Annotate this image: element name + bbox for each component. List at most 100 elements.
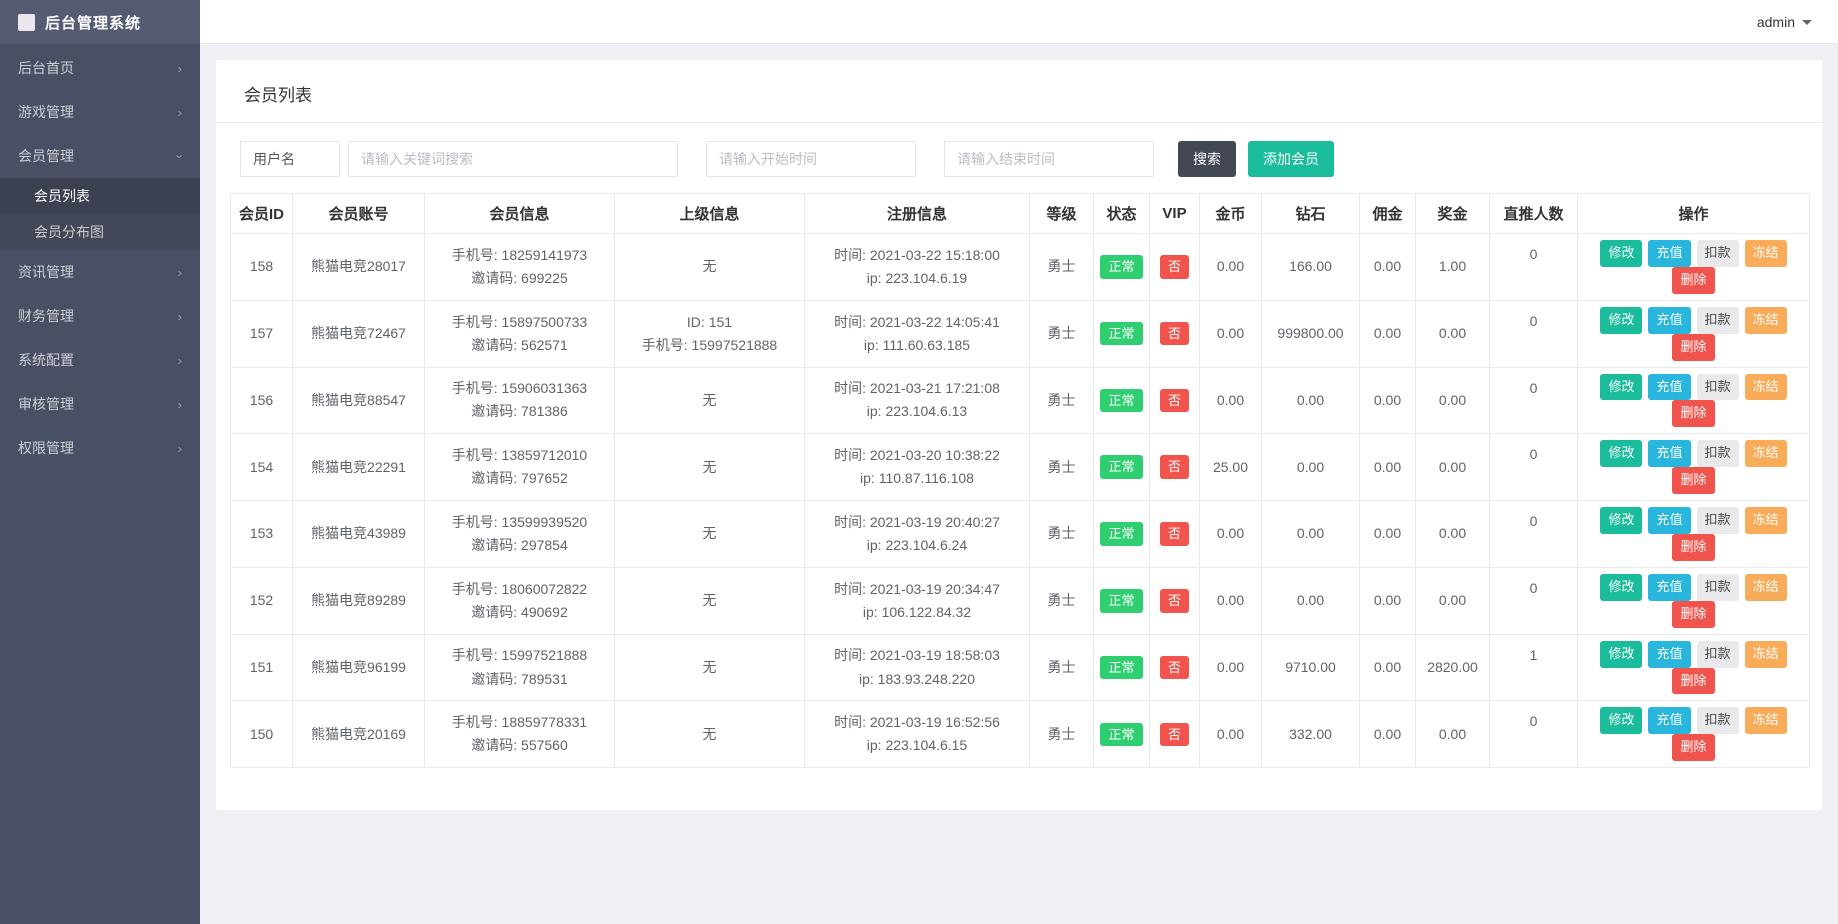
app-title: 后台管理系统 [45,12,141,33]
edit-button[interactable]: 修改 [1600,641,1642,668]
cell-status: 正常 [1094,567,1150,634]
sidebar-item-finance[interactable]: 财务管理 › [0,294,200,338]
member-phone: 手机号: 18259141973 [429,244,610,267]
vip-badge: 否 [1160,589,1189,613]
deduct-button[interactable]: 扣款 [1697,574,1739,601]
end-time-input[interactable] [944,141,1154,177]
deduct-button[interactable]: 扣款 [1697,641,1739,668]
delete-button[interactable]: 删除 [1672,534,1714,561]
deduct-button[interactable]: 扣款 [1697,507,1739,534]
recharge-button[interactable]: 充值 [1648,574,1690,601]
user-dropdown[interactable]: admin [1757,14,1812,30]
edit-button[interactable]: 修改 [1600,507,1642,534]
search-button[interactable]: 搜索 [1178,141,1236,177]
freeze-button[interactable]: 冻结 [1745,307,1787,334]
edit-button[interactable]: 修改 [1600,574,1642,601]
edit-button[interactable]: 修改 [1600,374,1642,401]
cell-actions: 修改充值扣款冻结删除 [1578,567,1810,634]
sidebar-item-game[interactable]: 游戏管理 › [0,90,200,134]
cell-account: 熊猫电竞43989 [293,501,425,568]
freeze-button[interactable]: 冻结 [1745,507,1787,534]
sidebar-item-permission[interactable]: 权限管理 › [0,426,200,470]
deduct-button[interactable]: 扣款 [1697,307,1739,334]
deduct-button[interactable]: 扣款 [1697,707,1739,734]
delete-button[interactable]: 删除 [1672,467,1714,494]
delete-button[interactable]: 删除 [1672,400,1714,427]
status-badge: 正常 [1100,255,1142,279]
chevron-right-icon: › [178,442,182,455]
table-row: 154 熊猫电竞22291 手机号: 13859712010 邀请码: 7976… [231,434,1810,501]
delete-button[interactable]: 删除 [1672,601,1714,628]
edit-button[interactable]: 修改 [1600,440,1642,467]
cell-gold: 0.00 [1200,234,1262,301]
recharge-button[interactable]: 充值 [1648,240,1690,267]
cell-bonus: 2820.00 [1416,634,1490,701]
keyword-input[interactable] [348,141,678,177]
freeze-button[interactable]: 冻结 [1745,374,1787,401]
edit-button[interactable]: 修改 [1600,307,1642,334]
status-badge: 正常 [1100,389,1142,413]
deduct-button[interactable]: 扣款 [1697,374,1739,401]
cell-member-info: 手机号: 18060072822 邀请码: 490692 [425,567,615,634]
delete-button[interactable]: 删除 [1672,734,1714,761]
start-time-input[interactable] [706,141,916,177]
chevron-right-icon: › [178,106,182,119]
member-invite-code: 邀请码: 797652 [429,467,610,490]
register-time: 时间: 2021-03-19 18:58:03 [809,644,1025,667]
recharge-button[interactable]: 充值 [1648,307,1690,334]
cell-vip: 否 [1150,300,1200,367]
delete-button[interactable]: 删除 [1672,668,1714,695]
deduct-button[interactable]: 扣款 [1697,240,1739,267]
member-invite-code: 邀请码: 699225 [429,267,610,290]
freeze-button[interactable]: 冻结 [1745,440,1787,467]
freeze-button[interactable]: 冻结 [1745,641,1787,668]
cell-parent-info: 无 [615,367,805,434]
member-table-wrap: 会员ID 会员账号 会员信息 上级信息 注册信息 等级 状态 VIP 金币 钻石… [230,193,1810,768]
sidebar-item-member[interactable]: 会员管理 › [0,134,200,178]
add-member-button[interactable]: 添加会员 [1248,141,1334,177]
cell-account: 熊猫电竞28017 [293,234,425,301]
sidebar-submenu-member: 会员列表 会员分布图 [0,178,200,250]
cell-diamond: 0.00 [1262,367,1360,434]
freeze-button[interactable]: 冻结 [1745,574,1787,601]
delete-button[interactable]: 删除 [1672,334,1714,361]
col-member-info: 会员信息 [425,194,615,234]
sidebar-item-label: 游戏管理 [18,102,74,122]
freeze-button[interactable]: 冻结 [1745,240,1787,267]
cell-gold: 0.00 [1200,701,1262,768]
sidebar-item-audit[interactable]: 审核管理 › [0,382,200,426]
recharge-button[interactable]: 充值 [1648,707,1690,734]
sidebar-item-member-map[interactable]: 会员分布图 [0,214,200,250]
col-gold: 金币 [1200,194,1262,234]
field-select[interactable]: 用户名 [240,141,340,177]
cell-status: 正常 [1094,367,1150,434]
status-badge: 正常 [1100,589,1142,613]
recharge-button[interactable]: 充值 [1648,507,1690,534]
sidebar-item-news[interactable]: 资讯管理 › [0,250,200,294]
register-ip: ip: 183.93.248.220 [809,668,1025,691]
sidebar-item-label: 后台首页 [18,58,74,78]
cell-register-info: 时间: 2021-03-21 17:21:08 ip: 223.104.6.13 [805,367,1030,434]
cell-register-info: 时间: 2021-03-19 20:34:47 ip: 106.122.84.3… [805,567,1030,634]
freeze-button[interactable]: 冻结 [1745,707,1787,734]
delete-button[interactable]: 删除 [1672,267,1714,294]
deduct-button[interactable]: 扣款 [1697,440,1739,467]
recharge-button[interactable]: 充值 [1648,641,1690,668]
sidebar-item-system[interactable]: 系统配置 › [0,338,200,382]
edit-button[interactable]: 修改 [1600,240,1642,267]
status-badge: 正常 [1100,455,1142,479]
col-register-info: 注册信息 [805,194,1030,234]
cell-referrals: 0 [1490,701,1578,768]
cell-vip: 否 [1150,634,1200,701]
sidebar-item-label: 系统配置 [18,350,74,370]
chevron-right-icon: › [178,354,182,367]
cell-level: 勇士 [1030,234,1094,301]
member-invite-code: 邀请码: 297854 [429,534,610,557]
cell-diamond: 999800.00 [1262,300,1360,367]
sidebar-item-member-list[interactable]: 会员列表 [0,178,200,214]
recharge-button[interactable]: 充值 [1648,440,1690,467]
recharge-button[interactable]: 充值 [1648,374,1690,401]
sidebar-item-dashboard[interactable]: 后台首页 › [0,46,200,90]
edit-button[interactable]: 修改 [1600,707,1642,734]
cell-referrals: 0 [1490,501,1578,568]
